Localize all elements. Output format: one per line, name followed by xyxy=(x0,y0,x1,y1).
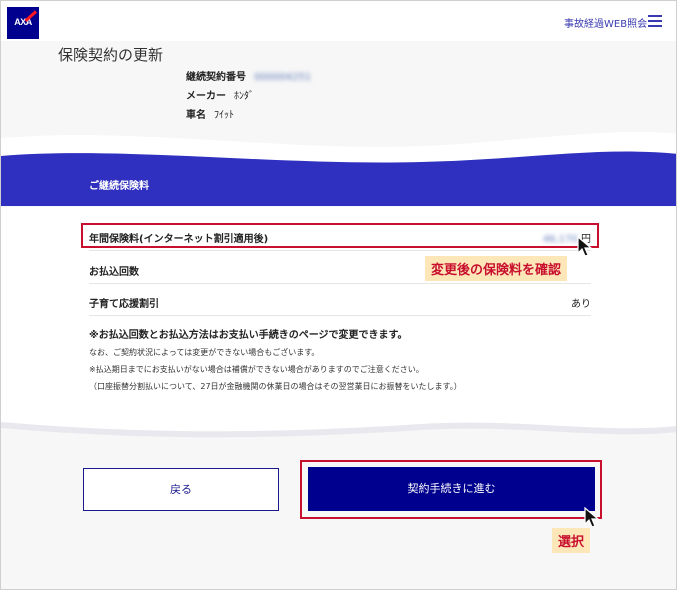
payment-change-note: ※お払込回数とお払込方法はお支払い手続きのページで変更できます。 xyxy=(89,330,408,341)
car-name-label: 車名 xyxy=(186,110,206,121)
maker-value: ﾎﾝﾀﾞ xyxy=(234,91,254,102)
payment-count-label: お払込回数 xyxy=(89,267,139,278)
confirm-premium-annotation: 変更後の保険料を確認 xyxy=(425,256,568,281)
maker-row: メーカー ﾎﾝﾀﾞ xyxy=(186,87,254,102)
contract-number-label: 継続契約番号 xyxy=(186,72,246,83)
proceed-to-contract-button[interactable]: 契約手続きに進む xyxy=(308,467,595,511)
mouse-pointer-icon-2 xyxy=(584,507,600,528)
mouse-pointer-icon xyxy=(577,236,593,257)
note-line-1: なお、ご契約状況によっては変更ができない場合もございます。 xyxy=(89,348,320,357)
childcare-discount-row: 子育て応援割引 あり xyxy=(89,284,591,316)
premium-highlight-frame xyxy=(81,223,599,248)
select-annotation: 選択 xyxy=(552,528,591,553)
page-frame: AXA 事故経過WEB照会 保険契約の更新 継続契約番号 000004251 メー… xyxy=(0,0,677,590)
car-name-row: 車名 ﾌｲｯﾄ xyxy=(186,106,234,121)
accident-progress-link[interactable]: 事故経過WEB照会 xyxy=(564,15,647,30)
logo-text: AXA xyxy=(14,17,32,27)
premium-section-title: ご継続保険料 xyxy=(89,181,149,192)
bottom-wave-divider xyxy=(1,411,676,438)
hamburger-menu-icon[interactable] xyxy=(648,15,662,27)
contract-number-value: 000004251 xyxy=(254,72,312,83)
car-name-value: ﾌｲｯﾄ xyxy=(214,110,234,121)
top-header: AXA 事故経過WEB照会 xyxy=(1,1,676,41)
childcare-discount-value: あり xyxy=(571,299,591,310)
section-wave-banner xyxy=(1,131,676,206)
maker-label: メーカー xyxy=(186,91,226,102)
contract-number-row: 継続契約番号 000004251 xyxy=(186,68,311,83)
note-line-2: ※払込期日までにお支払いがない場合は補償ができない場合がありますのでご注意くださ… xyxy=(89,365,424,374)
page-title: 保険契約の更新 xyxy=(58,46,164,64)
childcare-discount-label: 子育て応援割引 xyxy=(89,299,159,310)
note-line-3: （口座振替分割払いについて、27日が金融機関の休業日の場合はその翌営業日にお振替… xyxy=(89,382,462,391)
back-button[interactable]: 戻る xyxy=(83,468,279,511)
axa-logo[interactable]: AXA xyxy=(7,7,39,39)
